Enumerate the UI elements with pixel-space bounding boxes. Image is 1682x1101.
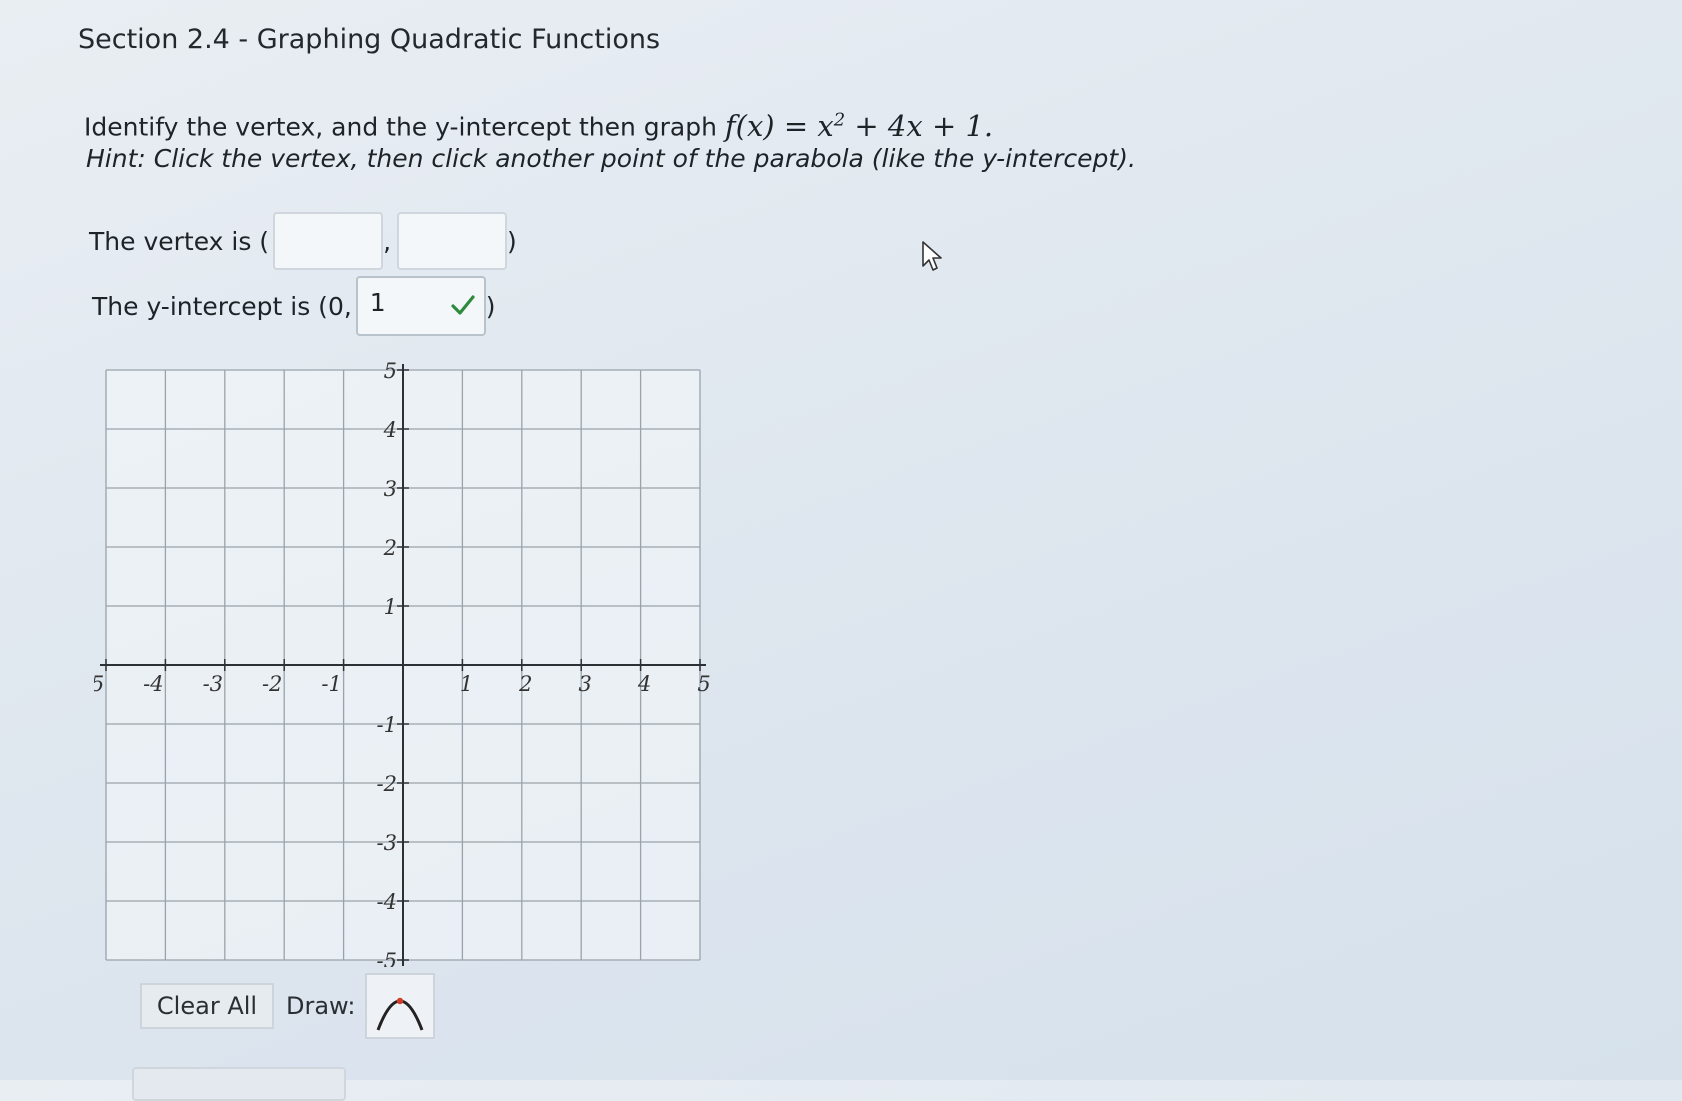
x-tick-label: 5 <box>697 672 710 696</box>
x-tick-label: 4 <box>637 672 651 696</box>
y-tick-label: 4 <box>383 418 397 442</box>
y-tick-label: -5 <box>377 949 397 967</box>
vertex-row: The vertex is ( , ) <box>89 212 517 270</box>
y-tick-label: 3 <box>384 477 397 501</box>
x-tick-label: 3 <box>579 672 592 696</box>
parabola-tool-button[interactable] <box>365 973 436 1039</box>
term-base: x <box>817 108 834 143</box>
check-icon <box>451 295 475 315</box>
graph-toolbar: Clear All Draw: <box>140 973 436 1039</box>
hint-text: Hint: Click the vertex, then click anoth… <box>86 144 1136 173</box>
term-exponent: 2 <box>833 109 846 130</box>
clear-all-button[interactable]: Clear All <box>140 983 274 1029</box>
submit-button[interactable] <box>132 1067 346 1101</box>
y-tick-label: 1 <box>384 595 397 619</box>
draw-label: Draw: <box>286 992 356 1020</box>
section-title: Section 2.4 - Graphing Quadratic Functio… <box>78 24 661 55</box>
y-tick-label: -4 <box>377 890 397 914</box>
vertex-close-paren: ) <box>507 226 517 256</box>
vertex-x-input[interactable] <box>273 212 384 270</box>
y-intercept-input[interactable]: 1 <box>355 276 486 336</box>
equals-sign: = <box>774 108 818 143</box>
y-intercept-close-paren: ) <box>485 291 496 321</box>
y-tick-label: -2 <box>377 772 397 796</box>
y-tick-label: 5 <box>384 362 397 383</box>
x-tick-label: -5 <box>94 672 104 696</box>
coordinate-graph[interactable]: -5 -4 -3 -2 -1 1 2 3 4 5 5 4 3 2 1 -1 -2 -3 -4 -5 <box>94 362 714 967</box>
y-intercept-row: The y-intercept is (0, 1 ) <box>92 276 496 336</box>
x-tick-label: 1 <box>460 672 473 696</box>
mouse-cursor-icon <box>922 241 942 271</box>
function-expression: f(x) = x2 + 4x + 1. <box>725 109 993 143</box>
function-lhs: f(x) <box>724 108 775 143</box>
x-tick-label: 2 <box>518 672 532 696</box>
x-tick-label: -4 <box>143 672 163 696</box>
vertex-y-input[interactable] <box>397 212 508 270</box>
y-intercept-value: 1 <box>369 288 386 317</box>
y-tick-label: -3 <box>377 831 397 855</box>
x-tick-label: -3 <box>203 672 223 696</box>
x-tick-label: -2 <box>262 672 282 696</box>
vertex-label: The vertex is ( <box>89 226 270 256</box>
vertex-comma: , <box>383 226 392 256</box>
x-tick-label: -1 <box>321 672 341 696</box>
question-prefix: Identify the vertex, and the y-intercept… <box>84 112 725 142</box>
y-intercept-label: The y-intercept is (0, <box>92 291 352 321</box>
question-text: Identify the vertex, and the y-intercept… <box>84 100 993 148</box>
function-rest: + 4x + 1. <box>845 108 994 143</box>
y-tick-label: -1 <box>377 713 397 737</box>
parabola-icon <box>377 997 424 1031</box>
y-tick-label: 2 <box>383 536 397 560</box>
